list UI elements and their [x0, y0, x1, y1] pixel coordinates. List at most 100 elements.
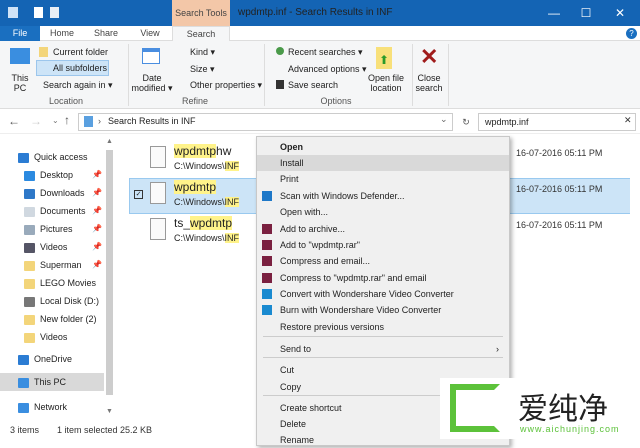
menu-item-open[interactable]: Open	[257, 139, 509, 155]
nav-item[interactable]: Quick access	[18, 148, 108, 166]
nav-item-icon	[18, 152, 29, 163]
nav-item[interactable]: Network	[18, 398, 108, 416]
menu-item-convert-with-wondershare-video-converter[interactable]: Convert with Wondershare Video Converter	[257, 286, 509, 302]
calendar-icon	[142, 48, 160, 64]
menu-item-compress-and-email[interactable]: Compress and email...	[257, 253, 509, 269]
breadcrumb[interactable]: Search Results in INF	[108, 116, 196, 126]
file-path: C:\Windows\INF	[174, 161, 240, 171]
watermark-url: www.aichunjing.com	[520, 424, 620, 434]
nav-item[interactable]: Local Disk (D:)	[24, 292, 114, 310]
nav-item-icon	[18, 354, 29, 365]
defender-icon	[262, 191, 272, 201]
nav-item-label: Downloads	[40, 188, 85, 198]
close-search-button[interactable]: Close search	[414, 73, 444, 93]
breadcrumb-chevron-icon: ›	[98, 116, 101, 126]
maximize-button[interactable]: ☐	[570, 0, 602, 26]
file-path: C:\Windows\INF	[174, 233, 240, 243]
nav-item-label: Quick access	[34, 152, 88, 162]
menu-item-label: Install	[280, 158, 304, 168]
menu-item-label: Convert with Wondershare Video Converter	[280, 289, 454, 299]
tab-search[interactable]: Search	[172, 26, 230, 41]
menu-item-label: Print	[280, 174, 299, 184]
current-folder-button[interactable]: Current folder	[53, 47, 108, 57]
file-date: 16-07-2016 05:11 PM	[516, 220, 603, 230]
nav-item[interactable]: New folder (2)	[24, 310, 114, 328]
back-button[interactable]: ←	[8, 114, 20, 128]
kind-button[interactable]: Kind ▾	[190, 47, 215, 58]
open-file-location-button[interactable]: Open file location	[364, 73, 408, 93]
menu-item-send-to[interactable]: Send to ›	[257, 341, 509, 357]
menu-item-burn-with-wondershare-video-converter[interactable]: Burn with Wondershare Video Converter	[257, 302, 509, 318]
nav-item-label: This PC	[34, 377, 67, 387]
menu-item-cut[interactable]: Cut	[257, 362, 509, 378]
nav-item[interactable]: Videos	[24, 328, 114, 346]
divider	[264, 44, 265, 106]
minimize-button[interactable]: —	[538, 0, 570, 26]
properties-icon[interactable]	[34, 7, 43, 18]
scroll-up-icon[interactable]: ▲	[106, 138, 113, 145]
menu-item-restore-previous-versions[interactable]: Restore previous versions	[257, 319, 509, 335]
recent-searches-button[interactable]: Recent searches ▾	[288, 47, 363, 58]
tab-share[interactable]: Share	[86, 26, 126, 41]
save-icon	[276, 80, 284, 89]
watermark-brand: 爱纯净	[518, 393, 608, 426]
menu-item-install[interactable]: Install	[257, 155, 509, 171]
winrar-icon	[262, 224, 272, 234]
window-title: wpdmtp.inf - Search Results in INF	[238, 7, 393, 18]
file-name: ts_wpdmtp	[174, 216, 233, 230]
nav-item-label: LEGO Movies	[40, 278, 97, 288]
search-tools-context-tab: Search Tools	[172, 0, 230, 26]
nav-item-icon	[24, 206, 35, 217]
tab-home[interactable]: Home	[44, 26, 80, 41]
menu-item-label: Restore previous versions	[280, 322, 385, 332]
nav-item[interactable]: LEGO Movies	[24, 274, 114, 292]
tab-file[interactable]: File	[0, 26, 40, 41]
wondershare-icon	[262, 289, 272, 299]
menu-item-compress-to-wpdmtp-rar-and-email[interactable]: Compress to "wpdmtp.rar" and email	[257, 270, 509, 286]
date-modified-button[interactable]: Date modified ▾	[130, 73, 174, 93]
all-subfolders-label: All subfolders	[53, 63, 108, 73]
tab-view[interactable]: View	[132, 26, 168, 41]
divider	[448, 44, 449, 106]
forward-button[interactable]: →	[30, 114, 42, 128]
nav-item-icon	[24, 278, 35, 289]
menu-item-add-to-archive[interactable]: Add to archive...	[257, 221, 509, 237]
search-input[interactable]: wpdmtp.inf	[478, 113, 636, 131]
nav-item[interactable]: OneDrive	[18, 350, 108, 368]
new-folder-icon[interactable]	[50, 7, 59, 18]
nav-item-icon	[24, 170, 35, 181]
menu-item-scan-with-windows-defender[interactable]: Scan with Windows Defender...	[257, 188, 509, 204]
menu-item-print[interactable]: Print	[257, 171, 509, 187]
up-button[interactable]: ↑	[64, 113, 70, 127]
this-pc-button[interactable]: This PC	[8, 73, 32, 93]
save-search-button[interactable]: Save search	[288, 80, 338, 90]
location-group-label: Location	[48, 96, 84, 106]
search-results-icon	[84, 116, 93, 127]
refresh-button[interactable]: ↻	[458, 113, 474, 131]
clear-search-icon[interactable]: ✕	[624, 115, 632, 126]
winrar-icon	[262, 256, 272, 266]
item-count: 3 items	[10, 425, 40, 435]
advanced-options-button[interactable]: Advanced options ▾	[288, 64, 367, 75]
menu-item-add-to-wpdmtp-rar[interactable]: Add to "wpdmtp.rar"	[257, 237, 509, 253]
nav-item-label: Local Disk (D:)	[40, 296, 100, 306]
help-icon[interactable]: ?	[626, 28, 637, 39]
watermark: 爱纯净 www.aichunjing.com	[440, 378, 640, 439]
other-properties-button[interactable]: Other properties ▾	[190, 80, 262, 91]
nav-item[interactable]: This PC	[18, 373, 108, 391]
menu-item-open-with[interactable]: Open with...	[257, 204, 509, 220]
menu-item-label: Add to "wpdmtp.rar"	[280, 240, 360, 250]
pin-icon: 📌	[92, 206, 102, 215]
divider	[412, 44, 413, 106]
recent-locations-button[interactable]: ⌄	[52, 116, 59, 125]
winrar-icon	[262, 240, 272, 250]
nav-item-label: Pictures	[40, 224, 73, 234]
search-again-button[interactable]: Search again in ▾	[43, 80, 113, 91]
wondershare-icon	[262, 305, 272, 315]
size-button[interactable]: Size ▾	[190, 64, 215, 75]
open-file-location-icon: ⬆	[376, 47, 392, 69]
close-button[interactable]: ✕	[604, 0, 636, 26]
address-dropdown-icon[interactable]: ⌄	[440, 114, 448, 125]
nav-item-icon	[24, 188, 35, 199]
menu-item-label: Open with...	[280, 207, 329, 217]
